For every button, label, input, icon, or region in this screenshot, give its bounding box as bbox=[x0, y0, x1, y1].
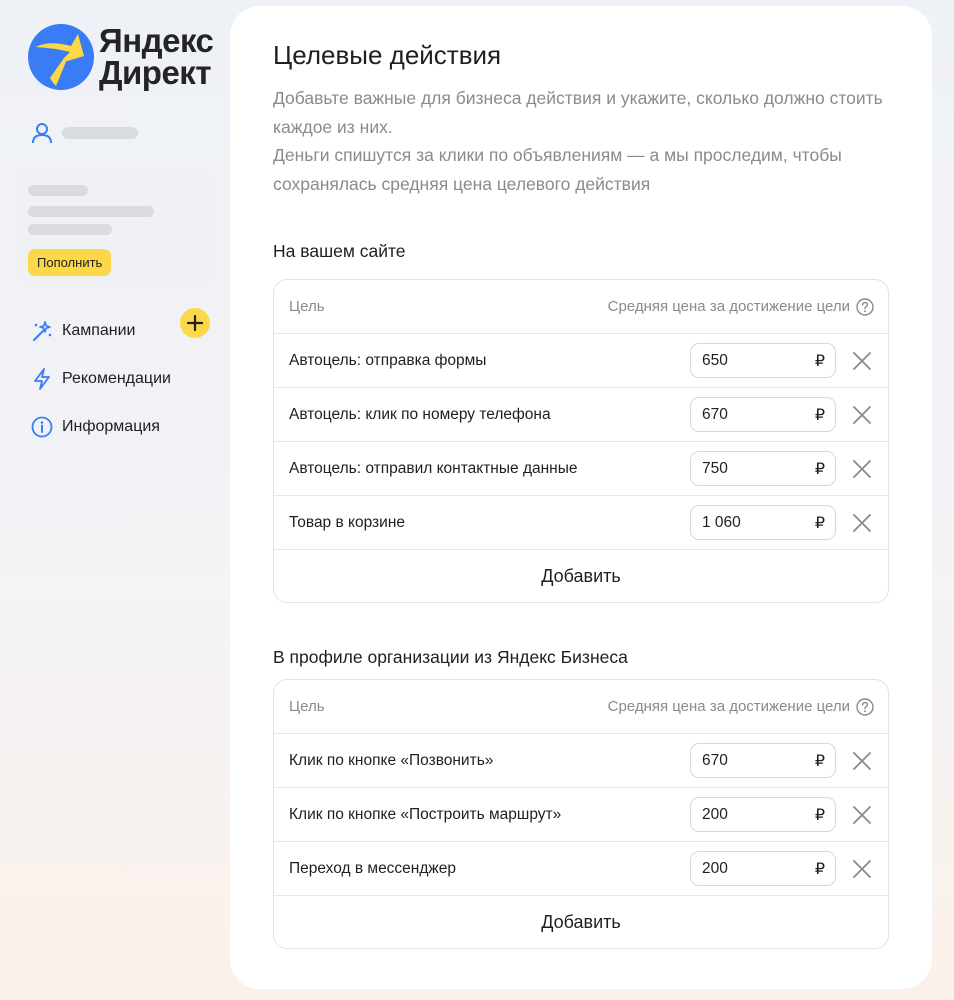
ruble-icon: ₽ bbox=[814, 406, 825, 424]
sidebar-item-label: Рекомендации bbox=[62, 370, 171, 387]
sidebar-item-recommendations[interactable]: Рекомендации bbox=[31, 355, 171, 403]
price-input[interactable]: ₽ bbox=[690, 451, 836, 486]
add-goal-button[interactable]: Добавить bbox=[274, 550, 888, 602]
user-icon bbox=[32, 123, 52, 144]
price-value[interactable] bbox=[702, 513, 792, 532]
remove-goal-button[interactable] bbox=[836, 734, 888, 787]
close-icon bbox=[853, 513, 871, 532]
remove-goal-button[interactable] bbox=[836, 442, 888, 495]
price-input[interactable]: ₽ bbox=[690, 343, 836, 378]
goal-name: Автоцель: клик по номеру телефона bbox=[289, 405, 551, 423]
close-icon bbox=[853, 751, 871, 770]
table-row: Автоцель: отправка формы ₽ bbox=[274, 334, 888, 388]
page-title: Целевые действия bbox=[273, 40, 502, 70]
description-line-2: Деньги спишутся за клики по объявлениям … bbox=[273, 145, 842, 194]
yandex-direct-logo[interactable]: Яндекс Директ bbox=[26, 22, 214, 92]
section-title-site: На вашем сайте bbox=[273, 241, 406, 261]
info-icon bbox=[31, 416, 53, 438]
plus-icon bbox=[187, 315, 203, 331]
price-value[interactable] bbox=[702, 405, 792, 424]
table-header: Цель Средняя цена за достижение цели bbox=[274, 680, 888, 734]
table-row: Клик по кнопке «Построить маршрут» ₽ bbox=[274, 788, 888, 842]
ruble-icon: ₽ bbox=[814, 514, 825, 532]
description-line-1: Добавьте важные для бизнеса действия и у… bbox=[273, 88, 883, 137]
close-icon bbox=[853, 805, 871, 824]
sidebar-nav: Кампании Рекомендации Информация bbox=[31, 307, 171, 451]
page-description: Добавьте важные для бизнеса действия и у… bbox=[273, 84, 913, 198]
close-icon bbox=[853, 405, 871, 424]
price-value[interactable] bbox=[702, 751, 792, 770]
ruble-icon: ₽ bbox=[814, 460, 825, 478]
column-header-price: Средняя цена за достижение цели bbox=[607, 298, 850, 315]
lightning-icon bbox=[34, 368, 50, 390]
logo-text-line2: Директ bbox=[99, 54, 211, 91]
balance-placeholder bbox=[28, 224, 112, 235]
table-row: Товар в корзине ₽ bbox=[274, 496, 888, 550]
sidebar-item-label: Информация bbox=[62, 418, 160, 435]
table-header: Цель Средняя цена за достижение цели bbox=[274, 280, 888, 334]
help-icon[interactable] bbox=[856, 297, 874, 316]
balance-placeholder bbox=[28, 206, 154, 217]
direct-logo-icon bbox=[28, 24, 94, 90]
user-name-placeholder bbox=[62, 127, 138, 139]
price-input[interactable]: ₽ bbox=[690, 743, 836, 778]
goal-name: Автоцель: отправил контактные данные bbox=[289, 459, 578, 477]
remove-goal-button[interactable] bbox=[836, 334, 888, 387]
section-title-business-profile: В профиле организации из Яндекс Бизнеса bbox=[273, 647, 628, 667]
goal-name: Переход в мессенджер bbox=[289, 859, 457, 877]
column-header-goal: Цель bbox=[289, 698, 325, 715]
remove-goal-button[interactable] bbox=[836, 842, 888, 895]
goal-name: Товар в корзине bbox=[289, 513, 405, 531]
remove-goal-button[interactable] bbox=[836, 388, 888, 441]
sidebar-item-label: Кампании bbox=[62, 322, 136, 339]
sidebar-item-information[interactable]: Информация bbox=[31, 403, 171, 451]
remove-goal-button[interactable] bbox=[836, 496, 888, 549]
price-value[interactable] bbox=[702, 859, 792, 878]
goal-name: Клик по кнопке «Позвонить» bbox=[289, 751, 494, 769]
price-value[interactable] bbox=[702, 459, 792, 478]
ruble-icon: ₽ bbox=[814, 752, 825, 770]
price-value[interactable] bbox=[702, 805, 792, 824]
sidebar-item-campaigns[interactable]: Кампании bbox=[31, 307, 171, 355]
table-row: Клик по кнопке «Позвонить» ₽ bbox=[274, 734, 888, 788]
close-icon bbox=[853, 459, 871, 478]
remove-goal-button[interactable] bbox=[836, 788, 888, 841]
wand-icon bbox=[33, 321, 52, 341]
table-row: Переход в мессенджер ₽ bbox=[274, 842, 888, 896]
ruble-icon: ₽ bbox=[814, 352, 825, 370]
topup-button[interactable]: Пополнить bbox=[28, 249, 112, 276]
balance-card: Пополнить bbox=[14, 168, 216, 287]
table-row: Автоцель: отправил контактные данные ₽ bbox=[274, 442, 888, 496]
user-account[interactable] bbox=[30, 121, 138, 145]
price-input[interactable]: ₽ bbox=[690, 397, 836, 432]
price-input[interactable]: ₽ bbox=[690, 851, 836, 886]
goals-table-business-profile: Цель Средняя цена за достижение цели Кли… bbox=[273, 679, 889, 949]
logo-text-line1: Яндекс bbox=[99, 22, 214, 59]
main-panel: Целевые действия Добавьте важные для биз… bbox=[230, 6, 932, 989]
goals-table-site: Цель Средняя цена за достижение цели Авт… bbox=[273, 279, 889, 603]
goal-name: Клик по кнопке «Построить маршрут» bbox=[289, 805, 562, 823]
ruble-icon: ₽ bbox=[814, 806, 825, 824]
table-row: Автоцель: клик по номеру телефона ₽ bbox=[274, 388, 888, 442]
add-goal-button[interactable]: Добавить bbox=[274, 896, 888, 948]
price-input[interactable]: ₽ bbox=[690, 505, 836, 540]
ruble-icon: ₽ bbox=[814, 860, 825, 878]
price-input[interactable]: ₽ bbox=[690, 797, 836, 832]
close-icon bbox=[853, 859, 871, 878]
help-icon[interactable] bbox=[856, 697, 874, 716]
price-value[interactable] bbox=[702, 351, 792, 370]
column-header-price: Средняя цена за достижение цели bbox=[607, 698, 850, 715]
goal-name: Автоцель: отправка формы bbox=[289, 351, 487, 369]
add-campaign-button[interactable] bbox=[180, 308, 210, 338]
column-header-goal: Цель bbox=[289, 298, 325, 315]
close-icon bbox=[853, 351, 871, 370]
balance-placeholder bbox=[28, 185, 88, 196]
